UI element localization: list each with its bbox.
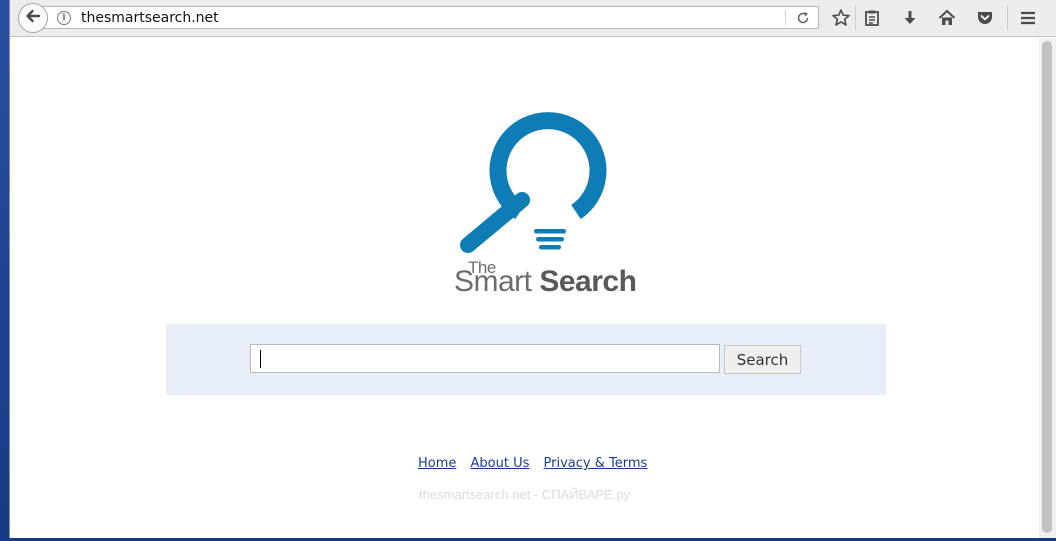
- download-icon[interactable]: [899, 7, 921, 29]
- logo-text-smart-search: Smart Search: [454, 265, 637, 299]
- footer-links: Home About Us Privacy & Terms: [418, 456, 657, 471]
- pocket-icon[interactable]: [974, 7, 996, 29]
- url-text[interactable]: thesmartsearch.net: [81, 10, 219, 26]
- scrollbar-thumb[interactable]: [1042, 41, 1052, 533]
- vertical-scrollbar[interactable]: [1039, 38, 1056, 538]
- hamburger-menu-icon[interactable]: [1017, 7, 1039, 29]
- bookmark-star-icon[interactable]: [830, 7, 852, 29]
- footer-link-privacy-terms[interactable]: Privacy & Terms: [544, 456, 648, 471]
- home-icon[interactable]: [936, 7, 958, 29]
- browser-window: i thesmartsearch.net The Smart Search Se…: [9, 0, 1056, 538]
- reading-list-icon[interactable]: [861, 7, 883, 29]
- logo-text-smart: Smart: [454, 265, 532, 298]
- search-button[interactable]: Search: [724, 345, 801, 374]
- toolbar-divider: [1007, 6, 1008, 30]
- text-caret: [260, 350, 261, 368]
- toolbar-divider: [855, 6, 856, 30]
- smart-search-logo-icon: [460, 112, 607, 253]
- search-panel: Search: [166, 324, 886, 395]
- url-bar-divider: [785, 10, 786, 25]
- back-arrow-icon: [24, 7, 42, 30]
- logo-text-search: Search: [539, 265, 637, 298]
- search-input[interactable]: [250, 344, 720, 373]
- url-bar[interactable]: i thesmartsearch.net: [33, 6, 819, 29]
- browser-toolbar: i thesmartsearch.net: [10, 0, 1056, 37]
- back-button[interactable]: [18, 3, 48, 33]
- watermark-text: thesmartsearch.net - СПАЙВАРЕ.ру: [419, 487, 631, 502]
- footer-link-home[interactable]: Home: [418, 456, 456, 471]
- footer-link-about-us[interactable]: About Us: [471, 456, 530, 471]
- reload-icon[interactable]: [795, 10, 811, 26]
- info-icon[interactable]: i: [57, 11, 71, 25]
